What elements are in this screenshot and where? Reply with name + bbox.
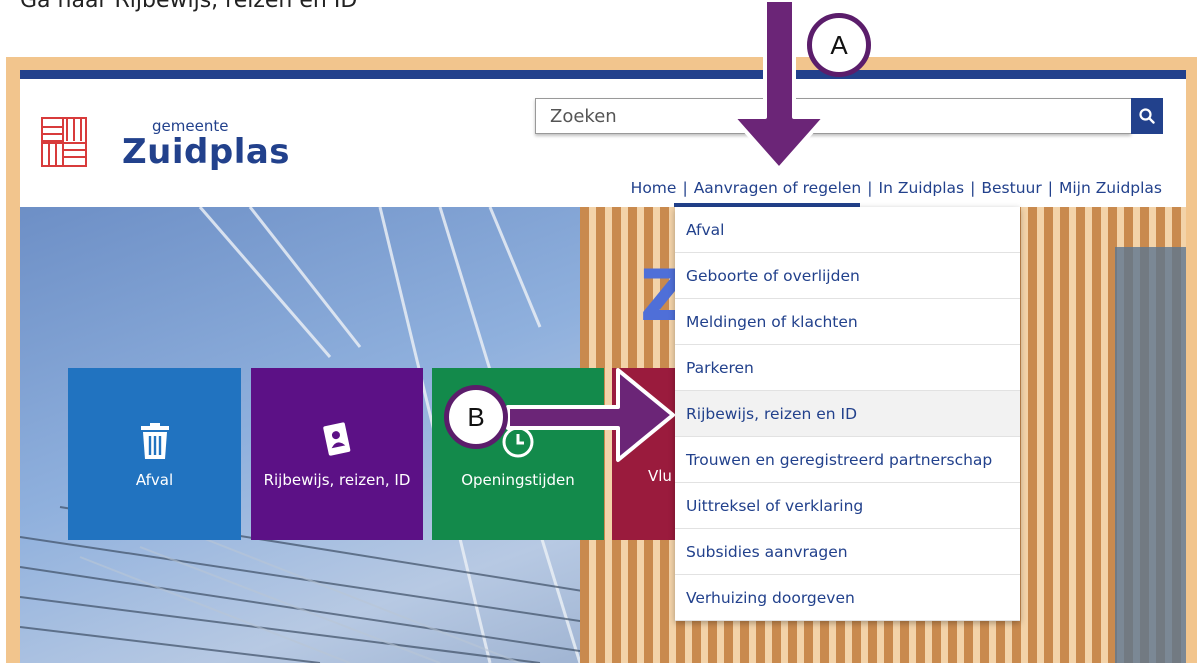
- nav-separator: |: [682, 179, 688, 197]
- dropdown-item-subsidies[interactable]: Subsidies aanvragen: [675, 529, 1020, 575]
- tile-afval[interactable]: Afval: [68, 368, 241, 540]
- search-button[interactable]: [1131, 98, 1163, 134]
- clock-icon: [502, 426, 534, 458]
- tile-rijbewijs[interactable]: Rijbewijs, reizen, ID: [251, 368, 423, 540]
- nav-aanvragen[interactable]: Aanvragen of regelen: [694, 179, 862, 197]
- trash-icon: [140, 423, 169, 459]
- nav-bestuur[interactable]: Bestuur: [981, 179, 1041, 197]
- tile-rijbewijs-label: Rijbewijs, reizen, ID: [263, 471, 411, 489]
- tile-afval-label: Afval: [135, 471, 174, 489]
- search-icon: [1139, 108, 1155, 124]
- nav-separator: |: [1047, 179, 1053, 197]
- callout-b: B: [444, 385, 508, 449]
- passport-icon: [323, 422, 351, 456]
- nav-separator: |: [970, 179, 976, 197]
- dropdown-item-parkeren[interactable]: Parkeren: [675, 345, 1020, 391]
- logo-title[interactable]: Zuidplas: [122, 132, 290, 172]
- website-page: gemeente Zuidplas Home | Aanvragen of re…: [20, 70, 1186, 663]
- page-caption: Ga naar Rijbewijs, reizen en ID: [20, 0, 358, 13]
- nav-home[interactable]: Home: [631, 179, 677, 197]
- main-nav: Home | Aanvragen of regelen | In Zuidpla…: [631, 179, 1162, 197]
- dropdown-item-rijbewijs[interactable]: Rijbewijs, reizen en ID: [675, 391, 1020, 437]
- tile-openingstijden-label: Openingstijden: [461, 471, 575, 489]
- dropdown-item-uittreksel[interactable]: Uittreksel of verklaring: [675, 483, 1020, 529]
- callout-a: A: [807, 13, 871, 77]
- dropdown-item-verhuizing[interactable]: Verhuizing doorgeven: [675, 575, 1020, 621]
- top-bar: [20, 70, 1186, 79]
- nav-dropdown-menu: Afval Geboorte of overlijden Meldingen o…: [675, 207, 1020, 621]
- nav-separator: |: [867, 179, 873, 197]
- nav-in-zuidplas[interactable]: In Zuidplas: [879, 179, 965, 197]
- tile-vlu-label: Vlu: [648, 467, 672, 485]
- dropdown-item-meldingen[interactable]: Meldingen of klachten: [675, 299, 1020, 345]
- site-header: gemeente Zuidplas Home | Aanvragen of re…: [20, 79, 1186, 207]
- nav-mijn-zuidplas[interactable]: Mijn Zuidplas: [1059, 179, 1162, 197]
- dropdown-item-trouwen[interactable]: Trouwen en geregistreerd partnerschap: [675, 437, 1020, 483]
- dropdown-item-afval[interactable]: Afval: [675, 207, 1020, 253]
- logo-mark-icon[interactable]: [41, 117, 87, 167]
- glass-panel: [1115, 247, 1186, 663]
- dropdown-item-geboorte[interactable]: Geboorte of overlijden: [675, 253, 1020, 299]
- search-input[interactable]: [535, 98, 1131, 134]
